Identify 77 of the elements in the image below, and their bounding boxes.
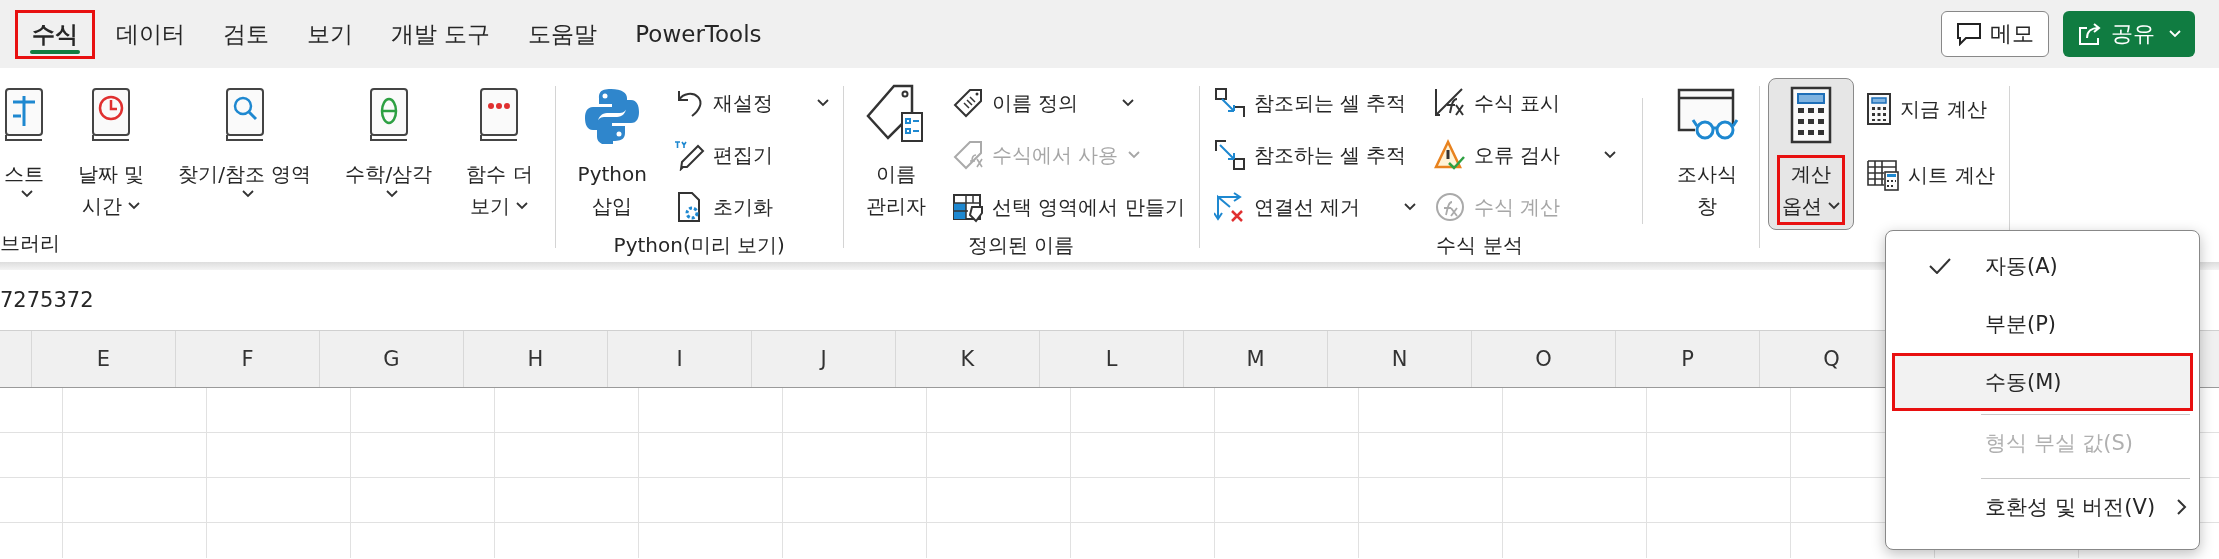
caret-icon — [1828, 202, 1841, 210]
ribbon-button[interactable]: 조사식 창 — [1663, 78, 1752, 230]
ribbon-button[interactable]: 연결선 제거 — [1207, 182, 1422, 232]
tag-icon — [951, 87, 984, 119]
caret-icon — [816, 99, 829, 107]
ribbon-tab[interactable]: 개발 도구 — [374, 9, 508, 59]
column-header[interactable]: I — [608, 331, 752, 387]
ribbon-tab[interactable]: 데이터 — [99, 9, 202, 59]
column-header[interactable]: G — [320, 331, 464, 387]
calculator-icon — [1866, 92, 1893, 126]
caret-icon — [1604, 151, 1617, 159]
table-tag-icon — [951, 191, 984, 223]
ribbon-button[interactable]: 날짜 및 시간 — [64, 78, 159, 230]
group-label: 정의된 이름 — [967, 232, 1076, 259]
caret-icon — [516, 202, 529, 210]
menu-item[interactable]: 자동(A) — [1892, 237, 2193, 295]
ribbon-button[interactable]: 참조하는 셀 추적 — [1207, 130, 1422, 180]
caret-icon — [1122, 99, 1135, 107]
column-header[interactable]: E — [32, 331, 176, 387]
ribbon-button[interactable]: 초기화 — [666, 182, 835, 232]
share-icon — [2077, 22, 2103, 46]
caret-icon — [128, 202, 141, 210]
trace-arrow-icon — [1213, 139, 1246, 171]
group-label: Python(미리 보기) — [612, 232, 786, 259]
ribbon-tab[interactable]: 검토 — [206, 9, 286, 59]
formula-value: 7275372 — [0, 288, 94, 312]
column-header[interactable]: H — [464, 331, 608, 387]
ribbon-button[interactable]: 수학/삼각 — [331, 78, 447, 206]
ribbon-button[interactable]: 지금 계산 — [1860, 84, 2001, 134]
arrows-cross-icon — [1213, 191, 1246, 223]
ribbon-button[interactable]: 수식 표시 — [1428, 78, 1623, 128]
checkmark-icon — [1929, 258, 1951, 274]
caret-icon — [241, 190, 254, 198]
column-header[interactable]: J — [752, 331, 896, 387]
sheet-calculator-icon — [1866, 159, 1901, 191]
group-label: 수식 분석 — [1435, 232, 1524, 259]
column-header[interactable]: F — [176, 331, 320, 387]
ribbon-button[interactable]: Python 삽입 — [563, 78, 661, 230]
ribbon-tab[interactable]: PowerTools — [618, 12, 779, 56]
column-header[interactable]: L — [1040, 331, 1184, 387]
comment-button[interactable]: 메모 — [1941, 11, 2049, 57]
ribbon-tab[interactable]: 수식 — [15, 9, 95, 59]
ribbon-tab[interactable]: 보기 — [290, 9, 370, 59]
caret-icon — [385, 190, 398, 198]
ribbon-button[interactable]: 선택 영역에서 만들기 — [945, 182, 1191, 232]
group-label: 브러리 — [0, 230, 61, 257]
ribbon-button[interactable]: 편집기 — [666, 130, 835, 180]
ribbon-button[interactable]: 찾기/참조 영역 — [164, 78, 326, 206]
warning-check-icon — [1434, 139, 1466, 171]
ribbon-button[interactable]: 함수 더 보기 — [452, 78, 547, 230]
trace-arrow-icon — [1213, 87, 1246, 119]
share-button[interactable]: 공유 — [2063, 11, 2195, 57]
caret-icon — [1128, 151, 1141, 159]
column-header[interactable]: M — [1184, 331, 1328, 387]
ribbon-button[interactable]: 참조되는 셀 추적 — [1207, 78, 1422, 128]
column-header[interactable]: O — [1472, 331, 1616, 387]
ribbon-button[interactable]: 시트 계산 — [1860, 150, 2001, 200]
fx-circle-icon — [1434, 191, 1466, 223]
speech-bubble-icon — [1956, 22, 1982, 46]
ribbon-button[interactable]: 계산 옵션 — [1768, 78, 1855, 230]
column-header[interactable]: K — [896, 331, 1040, 387]
tag-fx-icon — [951, 139, 984, 171]
column-header[interactable]: P — [1616, 331, 1760, 387]
ribbon-button[interactable]: 오류 검사 — [1428, 130, 1623, 180]
caret-icon — [1404, 203, 1416, 211]
ribbon-tab[interactable]: 도움말 — [511, 9, 615, 59]
caret-icon — [2169, 30, 2181, 38]
menu-item[interactable]: 수동(M) — [1892, 353, 2193, 411]
chevron-right-icon — [2177, 499, 2188, 515]
caret-icon — [21, 190, 33, 198]
column-header[interactable]: N — [1328, 331, 1472, 387]
ribbon-button[interactable]: 이름 정의 — [945, 78, 1191, 128]
ribbon-button[interactable]: 재설정 — [666, 78, 835, 128]
pencil-icon — [672, 139, 705, 171]
ribbon-button[interactable]: 이름 관리자 — [851, 78, 940, 230]
ribbon-button[interactable]: 스트 — [0, 78, 58, 206]
fx-icon — [1434, 87, 1466, 119]
